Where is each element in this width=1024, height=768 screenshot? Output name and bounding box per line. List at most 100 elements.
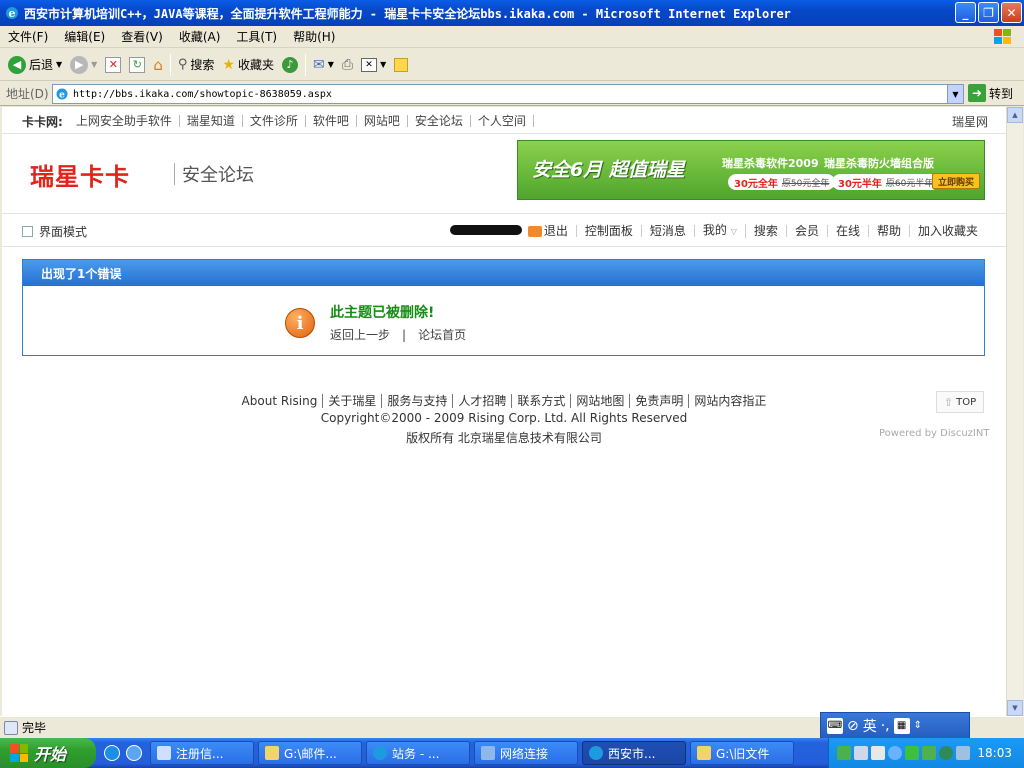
folder-icon (697, 746, 711, 760)
media-button[interactable]: ♪ (278, 56, 302, 73)
taskbar-item-active[interactable]: 西安市... (582, 741, 686, 765)
footer-link-sitemap[interactable]: 网站地图 (571, 394, 631, 408)
go-button[interactable]: ➜ 转到 (968, 84, 1013, 102)
taskbar-item[interactable]: G:\旧文件 (690, 741, 794, 765)
members-link[interactable]: 会员 (787, 225, 828, 237)
menu-help[interactable]: 帮助(H) (285, 28, 343, 45)
back-dropdown-icon[interactable]: ▼ (56, 60, 62, 69)
ie-quicklaunch-icon[interactable] (104, 745, 120, 761)
vertical-scrollbar[interactable]: ▲ ▼ (1006, 107, 1023, 716)
footer-link-feedback[interactable]: 网站内容指正 (689, 394, 771, 408)
powered-by[interactable]: Powered by DiscuzINT (879, 428, 989, 439)
online-link[interactable]: 在线 (828, 225, 869, 237)
topnav-link-website-bar[interactable]: 网站吧 (357, 115, 408, 127)
page-icon: e (56, 88, 68, 101)
taskbar-item[interactable]: 网络连接 (474, 741, 578, 765)
footer-link-support[interactable]: 服务与支持 (382, 394, 454, 408)
banner-buy-button[interactable]: 立即购买 (932, 173, 980, 189)
menu-edit[interactable]: 编辑(E) (56, 28, 113, 45)
go-arrow-icon: ➜ (968, 84, 986, 102)
browser-quicklaunch-icon[interactable] (126, 745, 142, 761)
favorites-button[interactable]: ★ 收藏夹 (218, 56, 278, 73)
home-button[interactable]: ⌂ (149, 56, 167, 74)
note-button[interactable] (390, 57, 412, 72)
topnav-link-assistant[interactable]: 上网安全助手软件 (69, 115, 180, 127)
ime-softkbd-icon[interactable]: ▦ (893, 717, 910, 734)
scroll-up-icon[interactable]: ▲ (1007, 107, 1023, 123)
logout-link[interactable]: 退出 (442, 225, 577, 237)
site-topnav: 卡卡网: 上网安全助手软件 瑞星知道 文件诊所 软件吧 网站吧 安全论坛 个人空… (22, 111, 988, 131)
taskbar-item[interactable]: 注册信... (150, 741, 254, 765)
stop-button[interactable]: ✕ (101, 56, 125, 73)
status-text: 完毕 (22, 721, 47, 735)
title-bar[interactable]: e 西安市计算机培训C++，JAVA等课程，全面提升软件工程师能力 - 瑞星卡卡… (0, 0, 1024, 26)
mail-button[interactable]: ✉ ▼ (309, 57, 338, 73)
search-link[interactable]: 搜索 (746, 225, 787, 237)
search-label: 搜索 (190, 58, 215, 72)
minimize-button[interactable]: _ (955, 2, 976, 23)
tray-icon[interactable] (837, 746, 851, 760)
footer-link-about[interactable]: About Rising (236, 394, 324, 408)
ui-mode-toggle[interactable]: 界面模式 (22, 223, 87, 240)
forward-button[interactable]: ▶ ▼ (66, 55, 101, 74)
site-logo[interactable]: 瑞星卡卡 (30, 157, 130, 192)
tray-icon[interactable] (956, 746, 970, 760)
search-button[interactable]: ⚲ 搜索 (174, 56, 219, 73)
ime-punct-icon[interactable]: ·, (881, 718, 890, 734)
page-content: 卡卡网: 上网安全助手软件 瑞星知道 文件诊所 软件吧 网站吧 安全论坛 个人空… (2, 107, 1006, 716)
ime-toolbar[interactable]: ⌨ ⊘ 英 ·, ▦ ⇕ (820, 712, 970, 739)
menu-file[interactable]: 文件(F) (0, 28, 56, 45)
forward-dropdown-icon[interactable]: ▼ (91, 60, 97, 69)
promo-banner[interactable]: 安全6月 超值瑞星 瑞星杀毒软件2009 瑞星杀毒防火墙组合版 30元全年 原5… (517, 140, 985, 200)
refresh-button[interactable]: ↻ (125, 56, 149, 73)
go-back-link[interactable]: 返回上一步 (330, 328, 390, 342)
topnav-link-zhidao[interactable]: 瑞星知道 (180, 115, 243, 127)
taskbar-item[interactable]: G:\邮件... (258, 741, 362, 765)
scroll-down-icon[interactable]: ▼ (1007, 700, 1023, 716)
printer-icon[interactable] (871, 746, 885, 760)
topnav-link-software-bar[interactable]: 软件吧 (306, 115, 357, 127)
start-button[interactable]: 开始 (0, 738, 96, 768)
forum-home-link[interactable]: 论坛首页 (418, 328, 466, 342)
menu-view[interactable]: 查看(V) (113, 28, 171, 45)
tray-icon[interactable] (905, 746, 919, 760)
tray-icon[interactable] (854, 746, 868, 760)
footer-link-contact[interactable]: 联系方式 (512, 394, 572, 408)
address-dropdown-icon[interactable]: ▼ (947, 85, 963, 103)
ime-keyboard-icon[interactable]: ⌨ (827, 717, 843, 734)
address-label: 地址(D) (6, 87, 49, 101)
umbrella-icon[interactable] (939, 746, 953, 760)
tray-icon[interactable] (888, 746, 902, 760)
footer-link-about-rising[interactable]: 关于瑞星 (323, 394, 383, 408)
ime-block-icon[interactable]: ⊘ (847, 718, 859, 734)
shield-icon[interactable] (922, 746, 936, 760)
print-button[interactable]: ⎙ (338, 57, 357, 73)
topnav-link-personal-space[interactable]: 个人空间 (471, 115, 534, 127)
add-favorite-link[interactable]: 加入收藏夹 (910, 225, 986, 237)
ime-menu-icon[interactable]: ⇕ (914, 720, 922, 731)
footer-link-disclaimer[interactable]: 免责声明 (630, 394, 690, 408)
edit-button[interactable]: ✕ ▼ (357, 57, 390, 72)
close-button[interactable]: ✕ (1001, 2, 1022, 23)
ime-language[interactable]: 英 (863, 716, 877, 736)
clock[interactable]: 18:03 (977, 746, 1012, 760)
help-link[interactable]: 帮助 (869, 225, 910, 237)
window-title: 西安市计算机培训C++，JAVA等课程，全面提升软件工程师能力 - 瑞星卡卡安全… (24, 6, 791, 21)
menu-favorites[interactable]: 收藏(A) (171, 28, 229, 45)
topnav-link-security-forum[interactable]: 安全论坛 (408, 115, 471, 127)
menu-tools[interactable]: 工具(T) (228, 28, 285, 45)
messages-link[interactable]: 短消息 (642, 225, 695, 237)
topnav-link-file-clinic[interactable]: 文件诊所 (243, 115, 306, 127)
control-panel-link[interactable]: 控制面板 (577, 225, 642, 237)
taskbar-item[interactable]: 站务 - ... (366, 741, 470, 765)
ui-mode-checkbox[interactable] (22, 225, 33, 237)
arrow-up-icon: ⇧ (943, 395, 954, 409)
address-input[interactable]: e http://bbs.ikaka.com/showtopic-8638059… (52, 84, 964, 104)
my-menu-link[interactable]: 我的 ▽ (695, 224, 746, 238)
footer-link-jobs[interactable]: 人才招聘 (453, 394, 513, 408)
topnav-rising-link[interactable]: 瑞星网 (952, 113, 988, 130)
copyright-text: Copyright©2000 - 2009 Rising Corp. Ltd. … (320, 411, 688, 425)
restore-button[interactable]: ❐ (978, 2, 999, 23)
back-button[interactable]: ◀ 后退 ▼ (4, 55, 66, 74)
back-to-top-button[interactable]: ⇧ TOP (936, 391, 984, 413)
